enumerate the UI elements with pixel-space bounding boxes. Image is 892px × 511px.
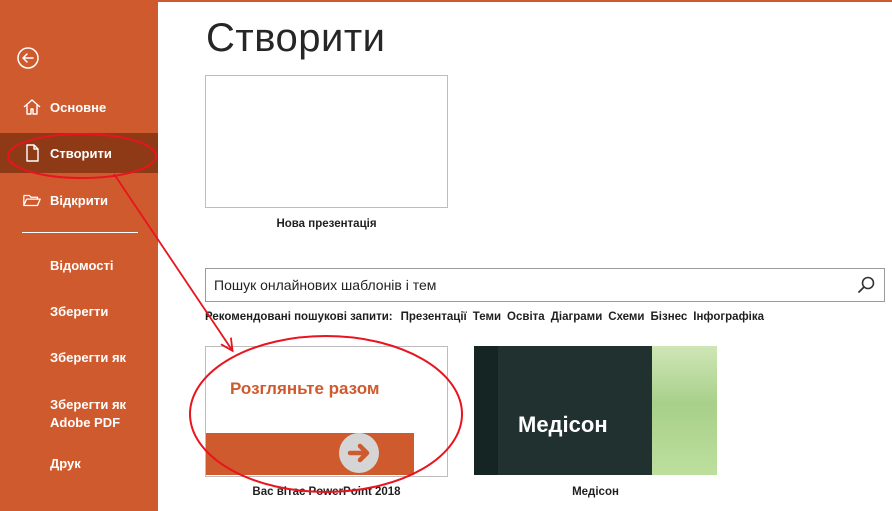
home-icon bbox=[22, 97, 42, 117]
sidebar-item-save-as-pdf[interactable]: Зберегти як Adobe PDF bbox=[0, 392, 158, 436]
sidebar-item-label: Зберегти як Adobe PDF bbox=[50, 397, 127, 430]
open-folder-icon bbox=[22, 190, 42, 210]
sidebar-item-label: Відкрити bbox=[50, 192, 109, 208]
sidebar-item-open[interactable]: Відкрити bbox=[0, 180, 158, 220]
blank-presentation-label: Нова презентація bbox=[276, 218, 377, 230]
suggested-search-link[interactable]: Діаграми bbox=[551, 311, 603, 323]
sidebar-item-label: Зберегти як bbox=[50, 350, 127, 365]
template-dark-stripe bbox=[474, 346, 498, 475]
suggested-search-link[interactable]: Схеми bbox=[608, 311, 644, 323]
template-search-box bbox=[205, 268, 885, 302]
sidebar-item-label: Створити bbox=[50, 145, 112, 161]
suggested-search-link[interactable]: Презентації bbox=[401, 311, 467, 323]
template-label: Медісон bbox=[572, 486, 619, 498]
back-button[interactable] bbox=[14, 44, 42, 72]
new-document-icon bbox=[22, 143, 42, 163]
template-thumbnail-title: Медісон bbox=[518, 412, 608, 437]
sidebar-item-new[interactable]: Створити bbox=[0, 133, 158, 173]
sidebar-divider bbox=[22, 232, 138, 233]
suggested-searches: Рекомендовані пошукові запити: Презентац… bbox=[205, 311, 770, 323]
sidebar-item-label: Відомості bbox=[50, 258, 114, 273]
suggested-search-link[interactable]: Інфографіка bbox=[693, 311, 764, 323]
template-thumbnail-welcome[interactable]: Розгляньте разом bbox=[205, 346, 448, 477]
suggested-search-link[interactable]: Освіта bbox=[507, 311, 545, 323]
sidebar-item-label: Основне bbox=[50, 99, 107, 115]
top-accent-line bbox=[158, 0, 892, 2]
suggested-search-link[interactable]: Теми bbox=[473, 311, 501, 323]
template-accent-bar bbox=[206, 433, 414, 475]
sidebar-item-print[interactable]: Друк bbox=[0, 444, 158, 484]
suggested-searches-label: Рекомендовані пошукові запити: bbox=[205, 311, 393, 323]
sidebar-item-label: Зберегти bbox=[50, 304, 109, 319]
blank-presentation-thumbnail[interactable] bbox=[205, 75, 448, 208]
sidebar-item-label: Друк bbox=[50, 456, 81, 471]
template-green-panel bbox=[652, 346, 717, 475]
sidebar-item-save-as[interactable]: Зберегти як bbox=[0, 338, 158, 378]
suggested-search-link[interactable]: Бізнес bbox=[651, 311, 688, 323]
back-arrow-icon bbox=[17, 47, 39, 69]
page-title: Створити bbox=[206, 16, 386, 60]
template-thumbnail-title: Розгляньте разом bbox=[230, 379, 380, 398]
template-label: Вас вітає PowerPoint 2018 bbox=[252, 486, 401, 498]
template-thumbnail-madison[interactable]: Медісон bbox=[474, 346, 717, 475]
sidebar-item-info[interactable]: Відомості bbox=[0, 246, 158, 286]
sidebar-item-home[interactable]: Основне bbox=[0, 87, 158, 127]
search-icon[interactable] bbox=[854, 273, 878, 297]
arrow-right-icon bbox=[339, 433, 379, 473]
sidebar: Основне Створити Відкрити Відомості Збер… bbox=[0, 0, 158, 511]
search-input[interactable] bbox=[206, 270, 854, 300]
sidebar-item-save[interactable]: Зберегти bbox=[0, 292, 158, 332]
